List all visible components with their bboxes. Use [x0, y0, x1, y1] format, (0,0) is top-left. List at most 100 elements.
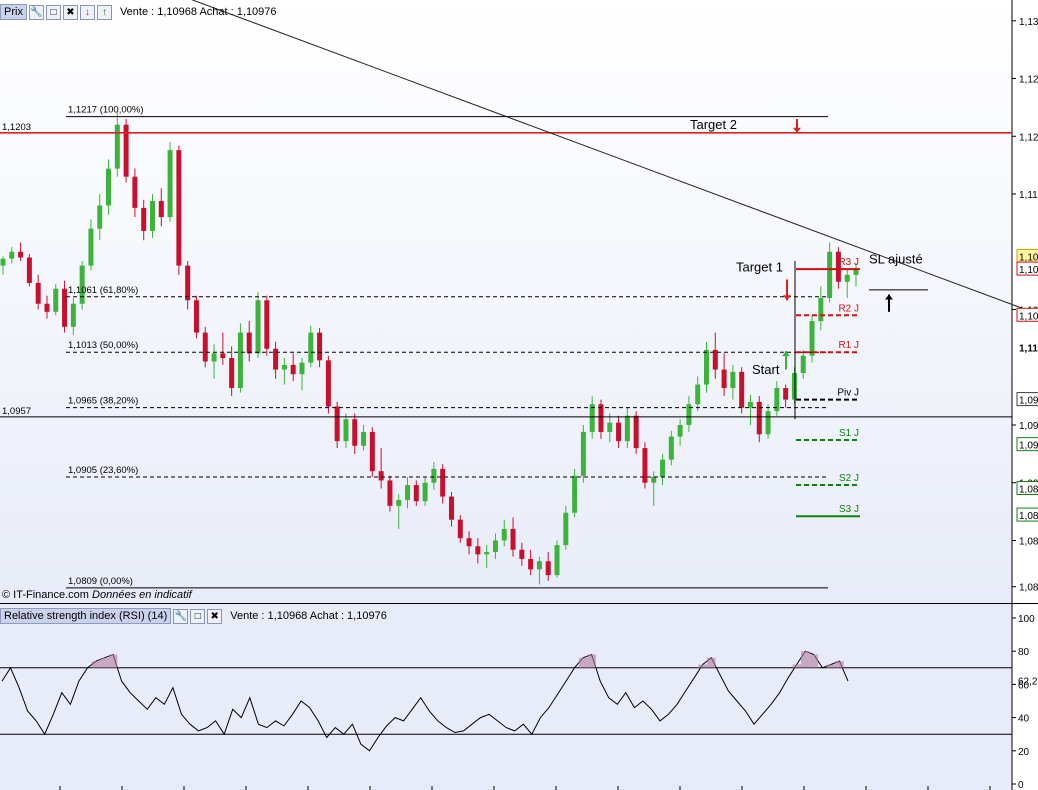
candle-body [35, 282, 41, 304]
candle-body [598, 404, 604, 432]
price-tag-label: 1,11 [1019, 344, 1038, 355]
candle-body [114, 124, 120, 169]
price-tag-label: 1,10 [1019, 311, 1038, 322]
candle-body [818, 297, 824, 322]
rsi-overbought-fill [801, 651, 810, 668]
rsi-overbought-fill [707, 657, 716, 668]
rsi-overbought-fill [792, 664, 801, 668]
rsi-overbought-fill [826, 664, 836, 668]
candle-body [712, 349, 718, 370]
candle-body [704, 349, 710, 385]
candle-body [431, 468, 437, 483]
rsi-overbought-fill [698, 664, 707, 668]
close-icon[interactable]: ✖ [62, 4, 78, 20]
candle-body [299, 362, 305, 375]
candle-body [607, 422, 613, 432]
candle-body [220, 353, 226, 359]
candle-body [519, 549, 525, 559]
candle-body [202, 332, 208, 362]
y-tick-label: 1,12 [1019, 75, 1038, 86]
candle-body [668, 436, 674, 460]
rsi-overbought-fill [91, 661, 101, 668]
candle-body [229, 358, 235, 389]
pivot-label: S2 J [839, 473, 859, 484]
horizontal-line-label: 1,0957 [2, 406, 31, 417]
candle-body [352, 419, 358, 446]
candle-body [651, 476, 657, 483]
candle-body [317, 332, 323, 361]
candle-body [589, 404, 595, 432]
candle-body [185, 265, 191, 301]
candle-body [448, 496, 454, 520]
y-tick-label: 1,11 [1019, 190, 1038, 201]
candle-body [624, 415, 630, 442]
y-tick-label: 1,08 [1019, 583, 1038, 594]
rsi-panel-header: Relative strength index (RSI) (14) 🔧 □ ✖… [0, 606, 387, 626]
download-icon[interactable]: ↓ [79, 4, 95, 20]
annotation-label: Start [752, 362, 780, 377]
candle-body [783, 388, 789, 400]
candle-body [308, 332, 314, 363]
candle-body [572, 475, 578, 513]
y-tick-label: 1,13 [1019, 17, 1038, 28]
candle-body [844, 274, 850, 282]
candle-body [642, 448, 648, 483]
candle-body [70, 303, 76, 327]
candle-body [791, 373, 797, 400]
rsi-quote: Vente : 1,10968 Achat : 1,10976 [230, 610, 387, 622]
candle-body [396, 500, 402, 506]
rsi-chart[interactable]: 02040608010062,2 [0, 604, 1038, 790]
candle-body [211, 353, 217, 362]
horizontal-line-label: 1,1203 [2, 122, 31, 133]
candle-body [492, 540, 498, 553]
wrench-icon[interactable]: 🔧 [173, 608, 189, 624]
pivot-label: R3 J [838, 257, 859, 268]
price-tag-label: 1,08 [1019, 511, 1038, 522]
candle-body [501, 528, 507, 541]
rsi-y-tick-label: 0 [1018, 780, 1024, 790]
candle-body [747, 401, 753, 408]
candle-body [176, 150, 182, 266]
price-quote: Vente : 1,10968 Achat : 1,10976 [119, 6, 277, 18]
candle-body [765, 411, 771, 435]
candle-body [325, 360, 331, 407]
candle-body [484, 552, 490, 555]
candle-body [739, 371, 745, 408]
candle-body [237, 332, 243, 389]
window-icon[interactable]: □ [190, 608, 206, 624]
candle-body [800, 355, 806, 374]
fibonacci-label: 1,1217 (100,00%) [68, 105, 144, 116]
rsi-y-tick-label: 100 [1018, 614, 1035, 625]
candle-body [827, 251, 833, 298]
rsi-y-tick-label: 20 [1018, 747, 1030, 758]
rsi-overbought-fill [578, 657, 588, 668]
candle-body [405, 485, 411, 501]
candle-body [149, 200, 155, 231]
candle-body [106, 168, 112, 206]
pivot-label: R2 J [838, 303, 859, 314]
wrench-icon[interactable]: 🔧 [28, 4, 44, 20]
candle-body [730, 371, 736, 389]
candle-body [660, 459, 666, 477]
candle-body [475, 546, 481, 555]
candle-body [141, 207, 147, 231]
window-icon[interactable]: □ [45, 4, 61, 20]
copyright-note: Données en indicatif [92, 589, 192, 601]
candle-body [246, 332, 252, 354]
rsi-overbought-fill [108, 654, 118, 668]
candle-body [633, 415, 639, 449]
upload-icon[interactable]: ↑ [96, 4, 112, 20]
candle-body [440, 468, 446, 497]
close-icon[interactable]: ✖ [207, 608, 223, 624]
pivot-label: Piv J [837, 388, 859, 399]
rsi-axis-background [1012, 604, 1038, 790]
candle-body [132, 176, 138, 208]
candle-body [0, 258, 6, 266]
price-chart[interactable]: 1,13 1,12 1,12 1,11 1,10 1,09 1,08 1,08 1,08 1,12… [0, 0, 1038, 604]
candle-body [18, 251, 24, 258]
candle-body [457, 519, 463, 539]
candle-body [193, 300, 199, 333]
candle-body [97, 205, 103, 229]
candle-body [545, 561, 551, 576]
candle-body [695, 384, 701, 405]
